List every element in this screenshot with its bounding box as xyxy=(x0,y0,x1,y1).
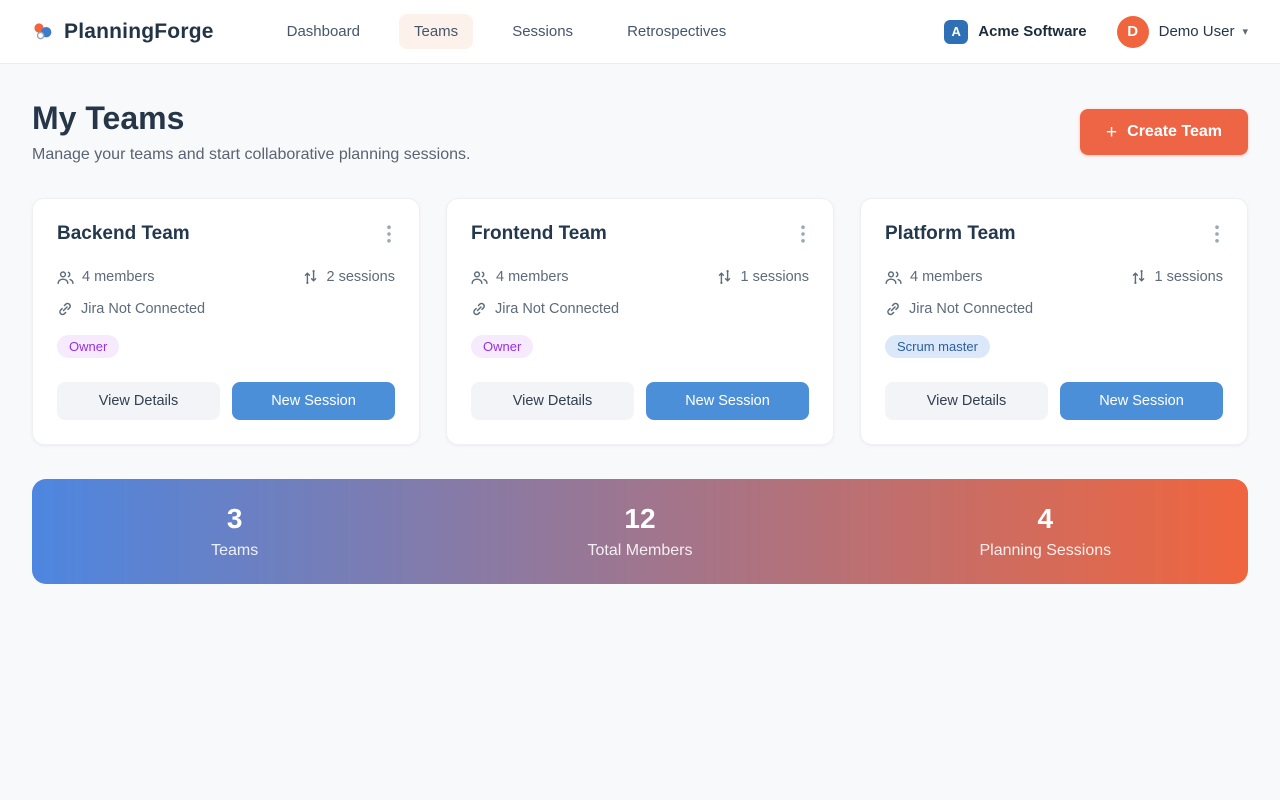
page-header: My Teams Manage your teams and start col… xyxy=(32,100,1248,164)
members-count: 4 members xyxy=(885,269,983,285)
view-details-button[interactable]: View Details xyxy=(57,382,220,420)
team-card-backend: Backend Team 4 members xyxy=(32,198,420,445)
new-session-button[interactable]: New Session xyxy=(646,382,809,420)
stat-value: 4 xyxy=(843,503,1248,535)
team-card-platform: Platform Team 4 members xyxy=(860,198,1248,445)
planningforge-logo-icon xyxy=(32,21,54,43)
role-badge: Owner xyxy=(471,335,533,358)
org-initial-badge: A xyxy=(944,20,968,44)
users-icon xyxy=(57,270,74,285)
sessions-icon xyxy=(303,269,318,285)
members-count: 4 members xyxy=(57,269,155,285)
nav-item-teams[interactable]: Teams xyxy=(399,14,473,49)
stat-value: 3 xyxy=(32,503,437,535)
chevron-down-icon: ▾ xyxy=(1242,25,1248,38)
sessions-count: 2 sessions xyxy=(303,269,395,285)
stats-banner: 3 Teams 12 Total Members 4 Planning Sess… xyxy=(32,479,1248,584)
team-name: Frontend Team xyxy=(471,223,607,245)
team-name: Platform Team xyxy=(885,223,1016,245)
brand[interactable]: PlanningForge xyxy=(32,20,214,44)
role-badge: Scrum master xyxy=(885,335,990,358)
header-right: A Acme Software D Demo User ▾ xyxy=(944,16,1248,48)
link-icon xyxy=(885,301,901,317)
org-name: Acme Software xyxy=(978,23,1086,40)
kebab-menu-icon[interactable] xyxy=(1211,223,1223,245)
stat-label: Total Members xyxy=(437,542,842,560)
plus-icon: + xyxy=(1106,123,1117,142)
avatar: D xyxy=(1117,16,1149,48)
stat-total-members: 12 Total Members xyxy=(437,503,842,560)
nav-item-dashboard[interactable]: Dashboard xyxy=(272,14,375,49)
new-session-button[interactable]: New Session xyxy=(232,382,395,420)
team-name: Backend Team xyxy=(57,223,190,245)
main-content: My Teams Manage your teams and start col… xyxy=(0,64,1280,584)
stat-label: Teams xyxy=(32,542,437,560)
users-icon xyxy=(885,270,902,285)
new-session-button[interactable]: New Session xyxy=(1060,382,1223,420)
stat-teams: 3 Teams xyxy=(32,503,437,560)
nav-item-sessions[interactable]: Sessions xyxy=(497,14,588,49)
create-team-button[interactable]: + Create Team xyxy=(1080,109,1248,155)
stat-planning-sessions: 4 Planning Sessions xyxy=(843,503,1248,560)
sessions-icon xyxy=(717,269,732,285)
user-name: Demo User xyxy=(1159,23,1235,40)
role-badge: Owner xyxy=(57,335,119,358)
jira-status: Jira Not Connected xyxy=(57,301,395,317)
stat-value: 12 xyxy=(437,503,842,535)
members-count: 4 members xyxy=(471,269,569,285)
user-menu[interactable]: D Demo User ▾ xyxy=(1117,16,1248,48)
team-card-frontend: Frontend Team 4 members xyxy=(446,198,834,445)
team-cards-grid: Backend Team 4 members xyxy=(32,198,1248,445)
main-nav: Dashboard Teams Sessions Retrospectives xyxy=(272,14,742,49)
view-details-button[interactable]: View Details xyxy=(885,382,1048,420)
view-details-button[interactable]: View Details xyxy=(471,382,634,420)
brand-title: PlanningForge xyxy=(64,20,214,44)
sessions-icon xyxy=(1131,269,1146,285)
create-team-label: Create Team xyxy=(1127,123,1222,141)
link-icon xyxy=(471,301,487,317)
page-title: My Teams xyxy=(32,100,470,137)
stat-label: Planning Sessions xyxy=(843,542,1248,560)
top-navbar: PlanningForge Dashboard Teams Sessions R… xyxy=(0,0,1280,64)
jira-status: Jira Not Connected xyxy=(885,301,1223,317)
sessions-count: 1 sessions xyxy=(1131,269,1223,285)
kebab-menu-icon[interactable] xyxy=(383,223,395,245)
sessions-count: 1 sessions xyxy=(717,269,809,285)
link-icon xyxy=(57,301,73,317)
users-icon xyxy=(471,270,488,285)
org-switcher[interactable]: A Acme Software xyxy=(944,20,1086,44)
kebab-menu-icon[interactable] xyxy=(797,223,809,245)
nav-item-retrospectives[interactable]: Retrospectives xyxy=(612,14,741,49)
jira-status: Jira Not Connected xyxy=(471,301,809,317)
page-subtitle: Manage your teams and start collaborativ… xyxy=(32,146,470,164)
